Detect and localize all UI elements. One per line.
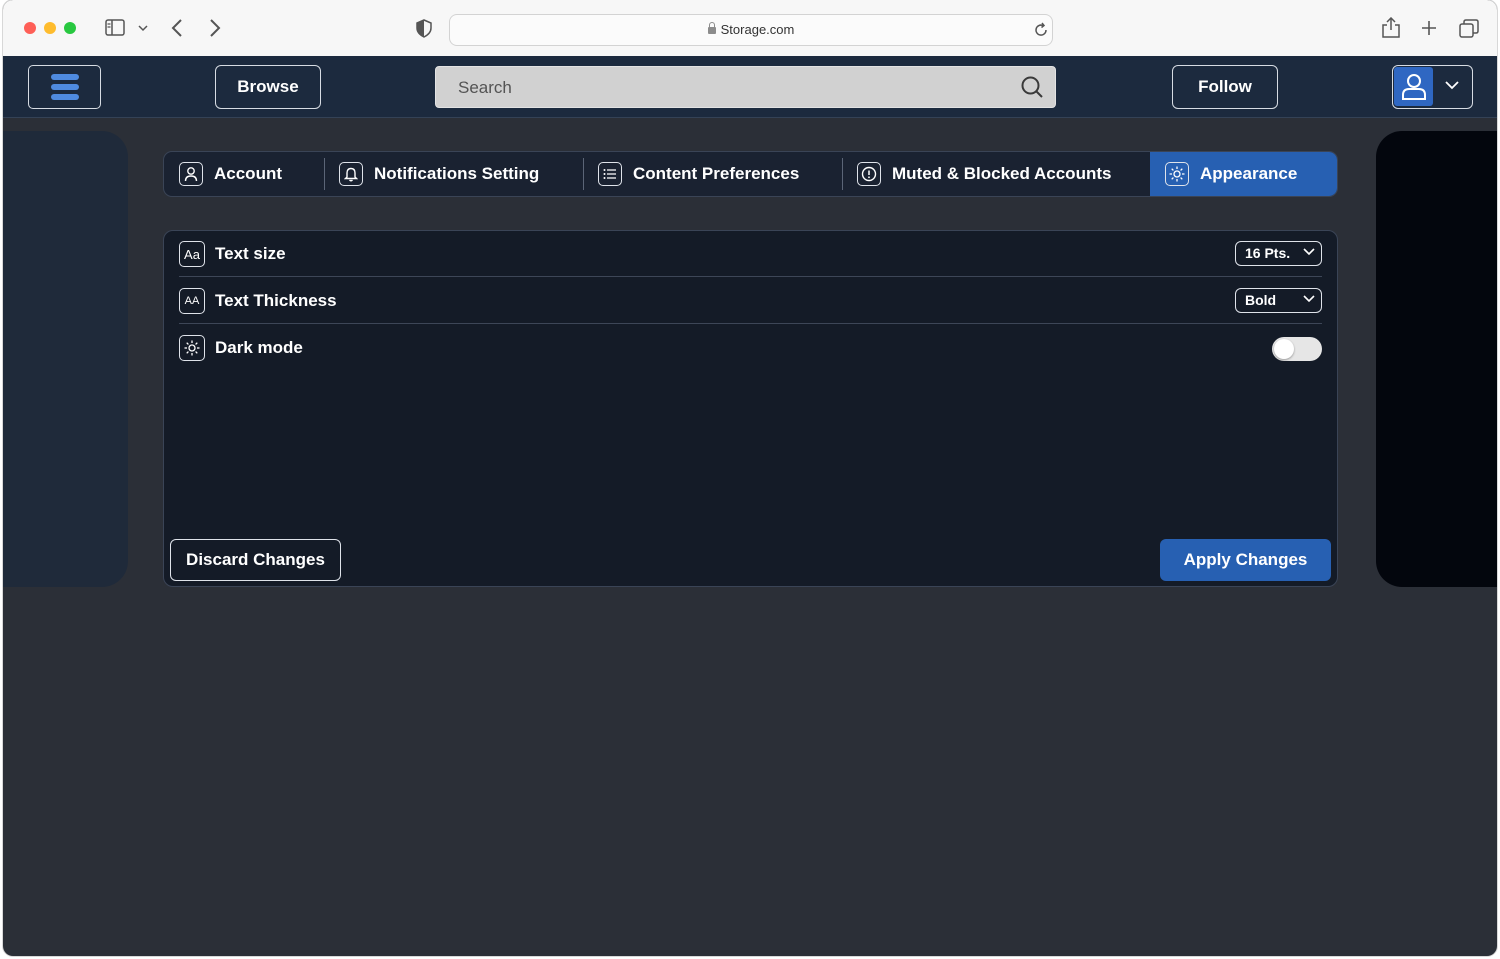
sun-icon (179, 335, 205, 361)
account-menu[interactable] (1392, 65, 1473, 109)
text-size-row: Aa Text size 16 Pts. (179, 231, 1322, 277)
tab-divider (842, 158, 843, 190)
chevron-down-icon[interactable] (138, 25, 148, 32)
left-side-panel (3, 131, 128, 587)
right-side-panel (1376, 131, 1497, 587)
text-thickness-icon: AA (179, 288, 205, 314)
tab-label: Muted & Blocked Accounts (892, 164, 1112, 183)
row-divider (179, 323, 1322, 324)
dark-mode-toggle[interactable] (1272, 337, 1322, 361)
search-icon[interactable] (1021, 76, 1043, 98)
text-size-label: Text size (215, 244, 286, 263)
tab-divider (583, 158, 584, 190)
tab-label: Notifications Setting (374, 164, 540, 183)
reload-icon[interactable] (1034, 22, 1048, 37)
shield-icon[interactable] (416, 19, 432, 38)
text-thickness-label: Text Thickness (215, 291, 337, 310)
close-window-button[interactable] (24, 22, 36, 34)
back-arrow-icon[interactable] (171, 19, 183, 37)
settings-tabs: Account Notifications Setting Content Pr… (163, 151, 1338, 197)
menu-button[interactable] (28, 65, 101, 109)
chevron-down-icon (1303, 248, 1315, 256)
search-bar[interactable] (435, 66, 1056, 108)
browser-toolbar: Storage.com (3, 0, 1497, 57)
follow-button[interactable]: Follow (1172, 65, 1278, 109)
apply-changes-button[interactable]: Apply Changes (1160, 539, 1331, 581)
forward-arrow-icon[interactable] (209, 19, 221, 37)
browse-button[interactable]: Browse (215, 65, 321, 109)
tab-overview-icon[interactable] (1459, 19, 1479, 38)
address-bar[interactable]: Storage.com (449, 14, 1053, 46)
tab-label: Account (214, 164, 282, 183)
tab-muted-blocked[interactable]: Muted & Blocked Accounts (857, 152, 1111, 196)
text-thickness-value: Bold (1245, 292, 1277, 308)
user-icon (1402, 74, 1426, 100)
tab-divider (324, 158, 325, 190)
app-header: Browse Follow (3, 56, 1497, 118)
browser-window: Storage.com Browse Search Follow Account… (3, 0, 1497, 956)
user-icon (179, 162, 203, 186)
tab-notifications[interactable]: Notifications Setting (339, 152, 539, 196)
chevron-down-icon[interactable] (1445, 81, 1459, 90)
tab-account[interactable]: Account (179, 152, 282, 196)
maximize-window-button[interactable] (64, 22, 76, 34)
new-tab-icon[interactable] (1421, 20, 1437, 36)
text-size-value: 16 Pts. (1245, 245, 1291, 261)
avatar[interactable] (1394, 67, 1433, 106)
url-text: Storage.com (720, 22, 795, 37)
alert-circle-icon (857, 162, 881, 186)
row-divider (179, 276, 1322, 277)
sun-icon (1165, 162, 1189, 186)
chevron-down-icon (1303, 295, 1315, 303)
list-icon (598, 162, 622, 186)
appearance-settings-panel: Aa Text size 16 Pts. AA Text Thickness B… (163, 230, 1338, 587)
tab-label: Content Preferences (633, 164, 800, 183)
tab-content-preferences[interactable]: Content Preferences (598, 152, 799, 196)
text-thickness-row: AA Text Thickness Bold (179, 278, 1322, 324)
hamburger-menu-icon (50, 74, 79, 100)
share-icon[interactable] (1382, 17, 1400, 38)
minimize-window-button[interactable] (44, 22, 56, 34)
text-size-select[interactable]: 16 Pts. (1235, 241, 1322, 266)
sidebar-toggle-icon[interactable] (105, 19, 125, 36)
bell-icon (339, 162, 363, 186)
toggle-knob (1274, 339, 1294, 359)
discard-changes-button[interactable]: Discard Changes (170, 539, 341, 581)
search-input[interactable] (456, 76, 1000, 100)
dark-mode-label: Dark mode (215, 338, 303, 357)
text-thickness-select[interactable]: Bold (1235, 288, 1322, 313)
dark-mode-row: Dark mode (179, 325, 1322, 371)
lock-icon (707, 22, 716, 34)
text-size-icon: Aa (179, 241, 205, 267)
tab-appearance[interactable]: Appearance (1150, 152, 1337, 196)
tab-label: Appearance (1200, 164, 1298, 183)
